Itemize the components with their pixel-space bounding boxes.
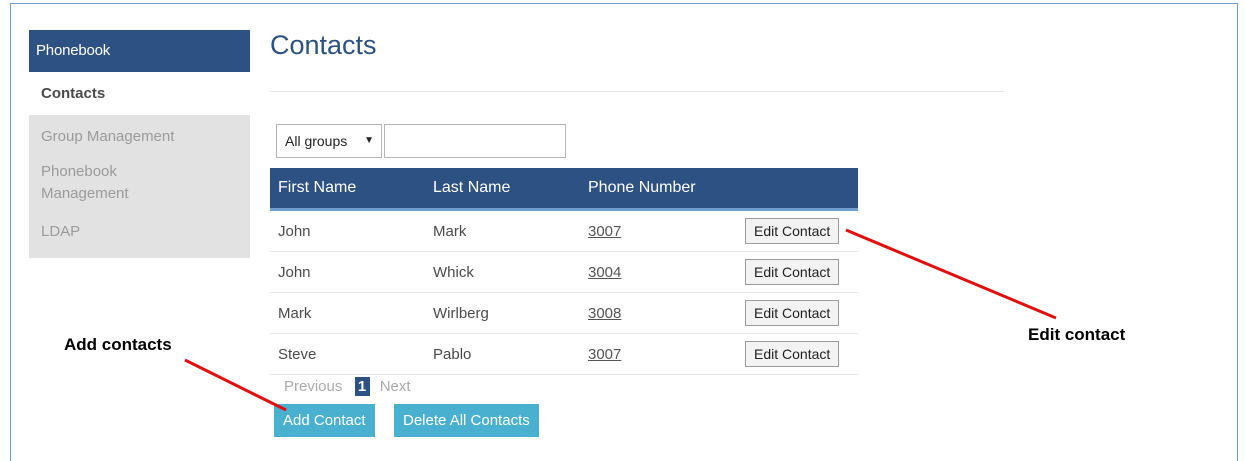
annotation-arrows xyxy=(184,228,1057,412)
annotation-arrow-edit xyxy=(845,228,1057,320)
annotation-arrow-add xyxy=(184,358,287,412)
